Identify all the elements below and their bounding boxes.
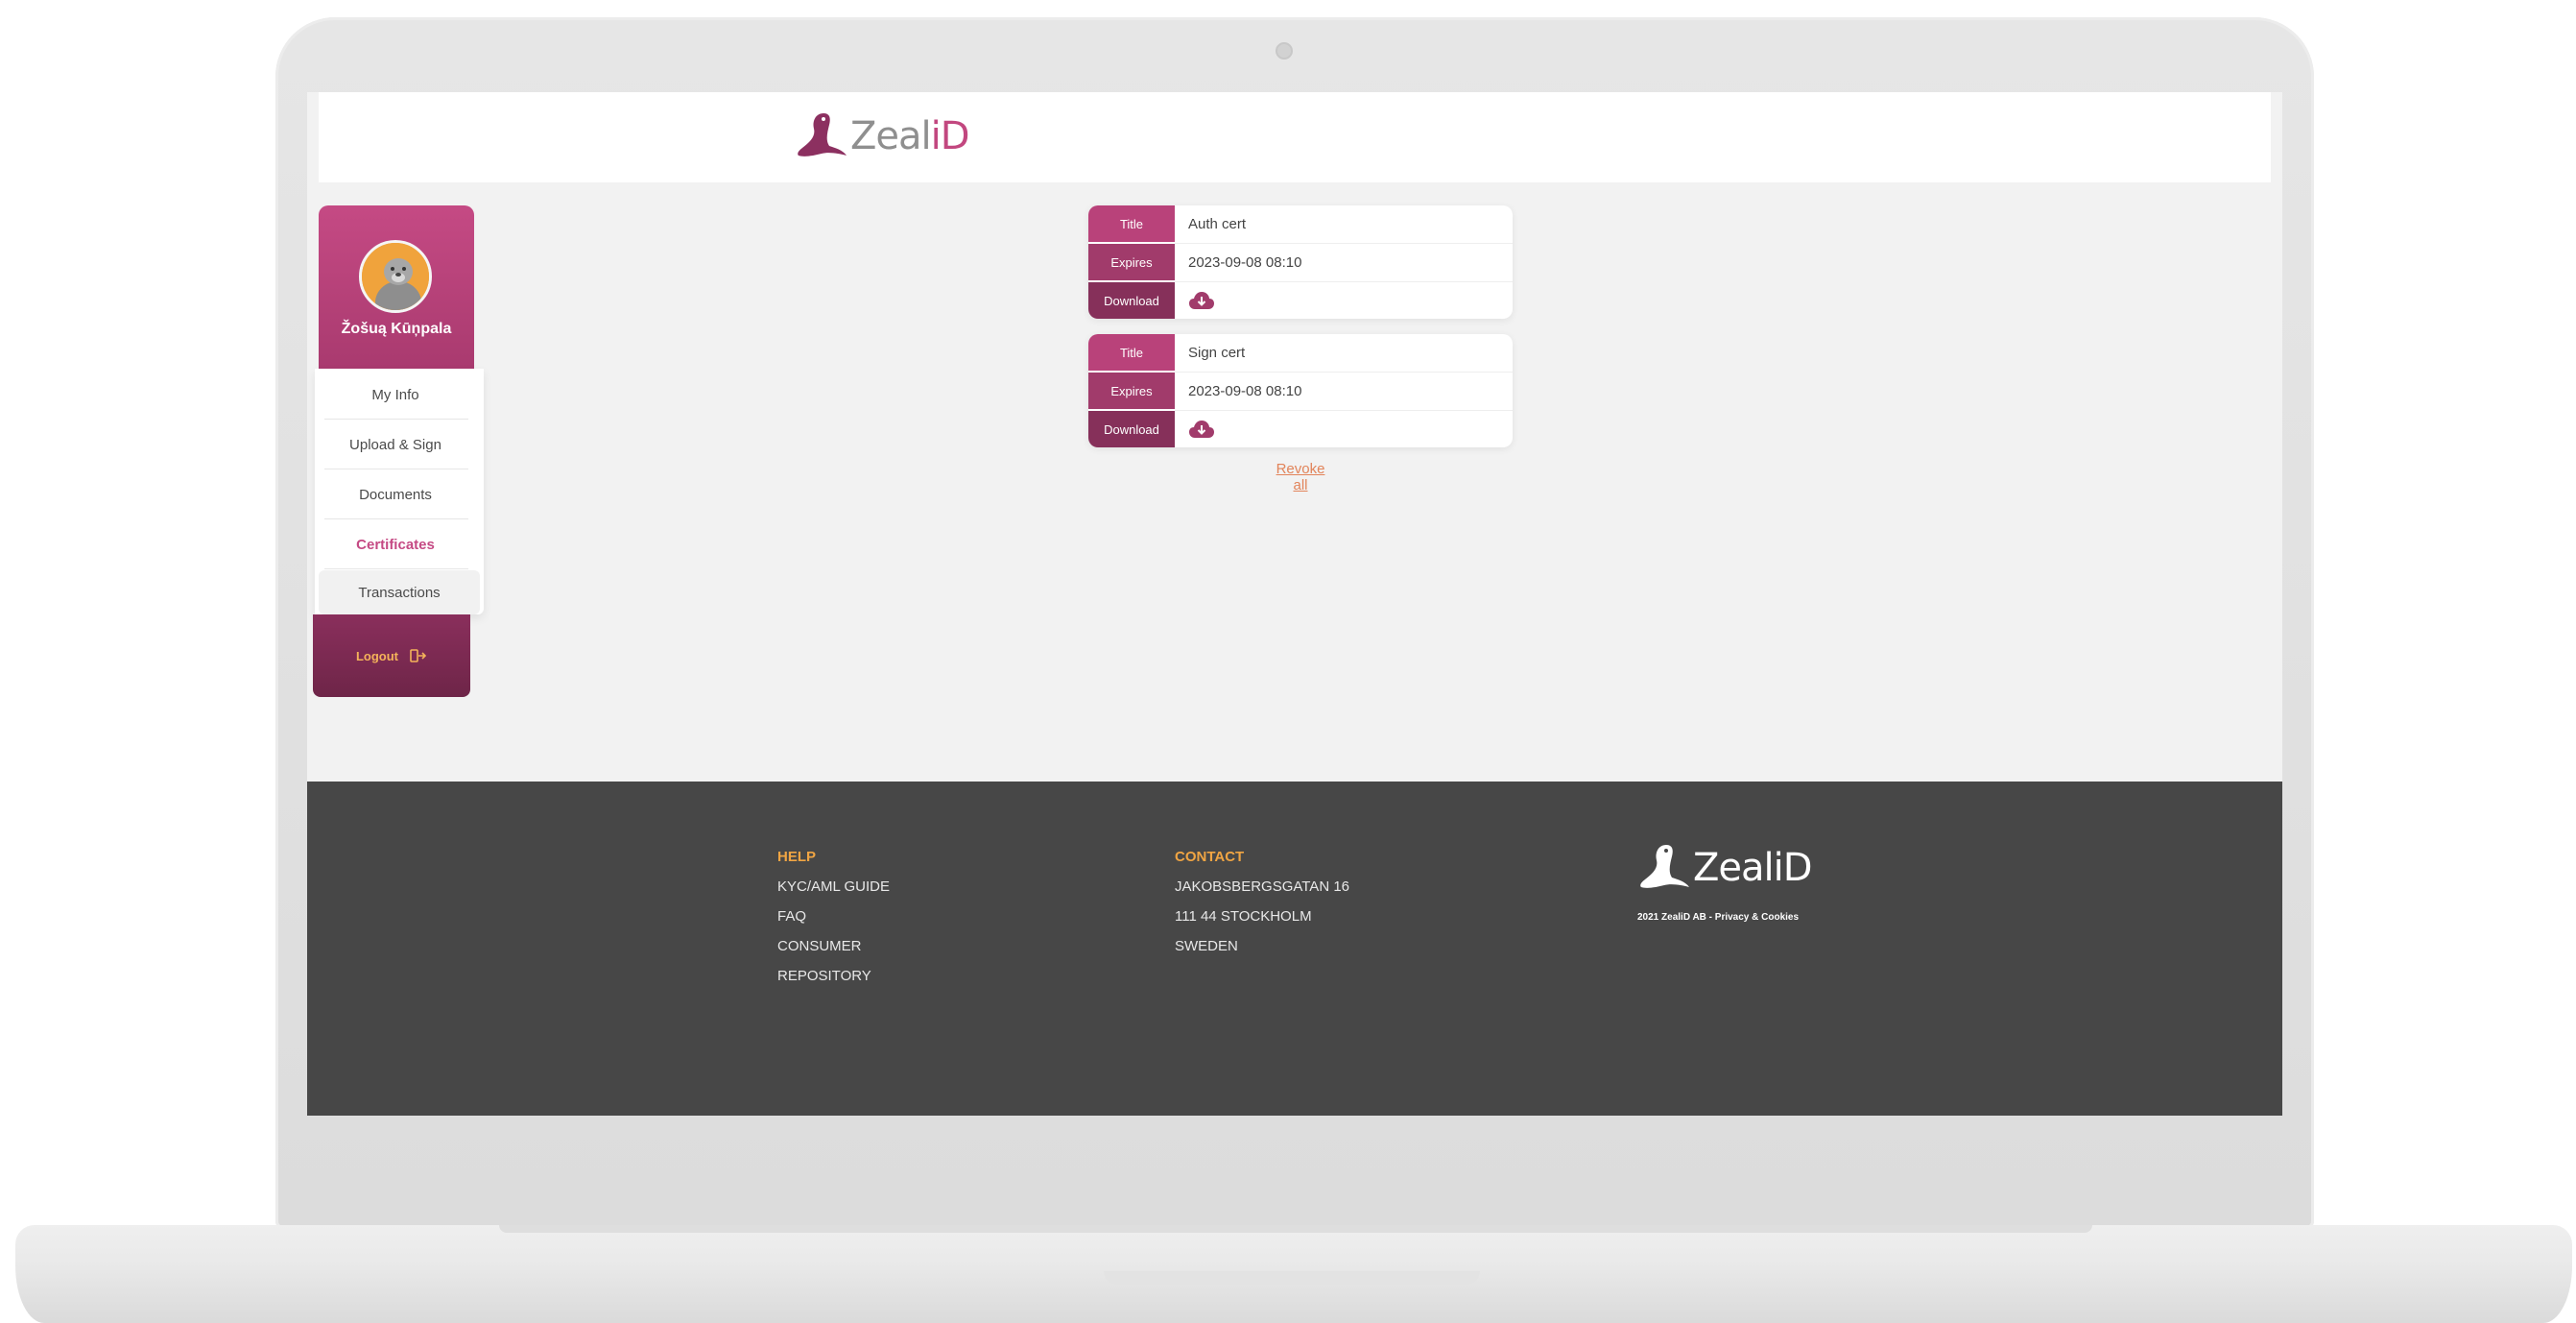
footer-logo[interactable]: ZealiD	[1637, 839, 1813, 897]
cert-download-label: Download	[1088, 282, 1175, 319]
footer-help-heading: HELP	[777, 849, 817, 865]
sidebar-item-certificates[interactable]: Certificates	[315, 522, 476, 566]
logout-button[interactable]: Logout	[313, 614, 470, 697]
logout-label: Logout	[355, 648, 399, 663]
laptop-hinge	[499, 1225, 2092, 1233]
footer-copyright[interactable]: 2021 ZealiD AB - Privacy & Cookies	[1637, 912, 1799, 923]
footer-link-faq[interactable]: FAQ	[777, 908, 806, 925]
avatar-seal	[362, 243, 429, 310]
cert-title-value: Auth cert	[1188, 215, 1247, 232]
footer-contact-city: 111 44 STOCKHOLM	[1175, 908, 1312, 925]
menu-divider	[324, 568, 468, 569]
seal-logo-icon	[1640, 845, 1689, 888]
cert-expires-value: 2023-09-08 08:10	[1188, 382, 1302, 399]
cert-download-row: Download	[1088, 282, 1513, 319]
cert-expires-label: Expires	[1088, 373, 1175, 409]
revoke-all-link[interactable]: Revoke all	[1267, 461, 1334, 493]
cert-expires-row: Expires 2023-09-08 08:10	[1088, 244, 1513, 282]
cert-expires-row: Expires 2023-09-08 08:10	[1088, 373, 1513, 411]
screen: ZealiD Žošuą Kūņpala My Info Upload & Si…	[307, 92, 2282, 1116]
footer-link-kyc-guide[interactable]: KYC/AML GUIDE	[777, 878, 890, 895]
cert-expires-label: Expires	[1088, 244, 1175, 280]
certificate-card: Title Auth cert Expires 2023-09-08 08:10…	[1088, 205, 1513, 319]
cert-title-row: Title Sign cert	[1088, 334, 1513, 373]
cloud-download-icon[interactable]	[1188, 290, 1215, 311]
cert-title-label: Title	[1088, 334, 1175, 371]
sidebar-item-my-info[interactable]: My Info	[315, 373, 476, 417]
cert-download-row: Download	[1088, 411, 1513, 447]
cert-title-row: Title Auth cert	[1088, 205, 1513, 244]
sidebar-item-transactions[interactable]: Transactions	[319, 570, 480, 614]
footer-contact-street: JAKOBSBERGSGATAN 16	[1175, 878, 1349, 895]
site-header: ZealiD	[319, 92, 2271, 182]
zealid-logo[interactable]: ZealiD	[795, 106, 970, 167]
menu-divider	[324, 518, 468, 519]
sidebar-item-upload-sign[interactable]: Upload & Sign	[315, 422, 476, 467]
laptop-notch	[1104, 1271, 1480, 1285]
laptop-camera	[1276, 42, 1293, 60]
seal-logo-icon	[798, 113, 847, 156]
cert-expires-value: 2023-09-08 08:10	[1188, 253, 1302, 271]
cert-title-label: Title	[1088, 205, 1175, 242]
footer-logo-text: ZealiD	[1693, 846, 1813, 890]
certificate-card: Title Sign cert Expires 2023-09-08 08:10…	[1088, 334, 1513, 447]
footer-link-repository[interactable]: REPOSITORY	[777, 968, 871, 984]
footer-contact-country: SWEDEN	[1175, 938, 1238, 954]
footer-contact-heading: CONTACT	[1175, 849, 1245, 865]
profile-name: Žošuą Kūņpala	[341, 321, 452, 337]
sidebar-menu: My Info Upload & Sign Documents Certific…	[315, 369, 484, 614]
avatar[interactable]	[359, 240, 432, 313]
sidebar-item-documents[interactable]: Documents	[315, 472, 476, 517]
logo-text-main: Zeal	[850, 114, 932, 158]
cert-download-label: Download	[1088, 411, 1175, 447]
footer-link-consumer[interactable]: CONSUMER	[777, 938, 862, 954]
profile-card: Žošuą Kūņpala	[319, 205, 474, 369]
cert-title-value: Sign cert	[1188, 344, 1246, 361]
logout-icon	[410, 649, 427, 662]
menu-divider	[324, 419, 468, 420]
site-footer: HELP KYC/AML GUIDE FAQ CONSUMER REPOSITO…	[307, 782, 2282, 1116]
cloud-download-icon[interactable]	[1188, 419, 1215, 440]
logo-text-accent: iD	[930, 114, 970, 158]
